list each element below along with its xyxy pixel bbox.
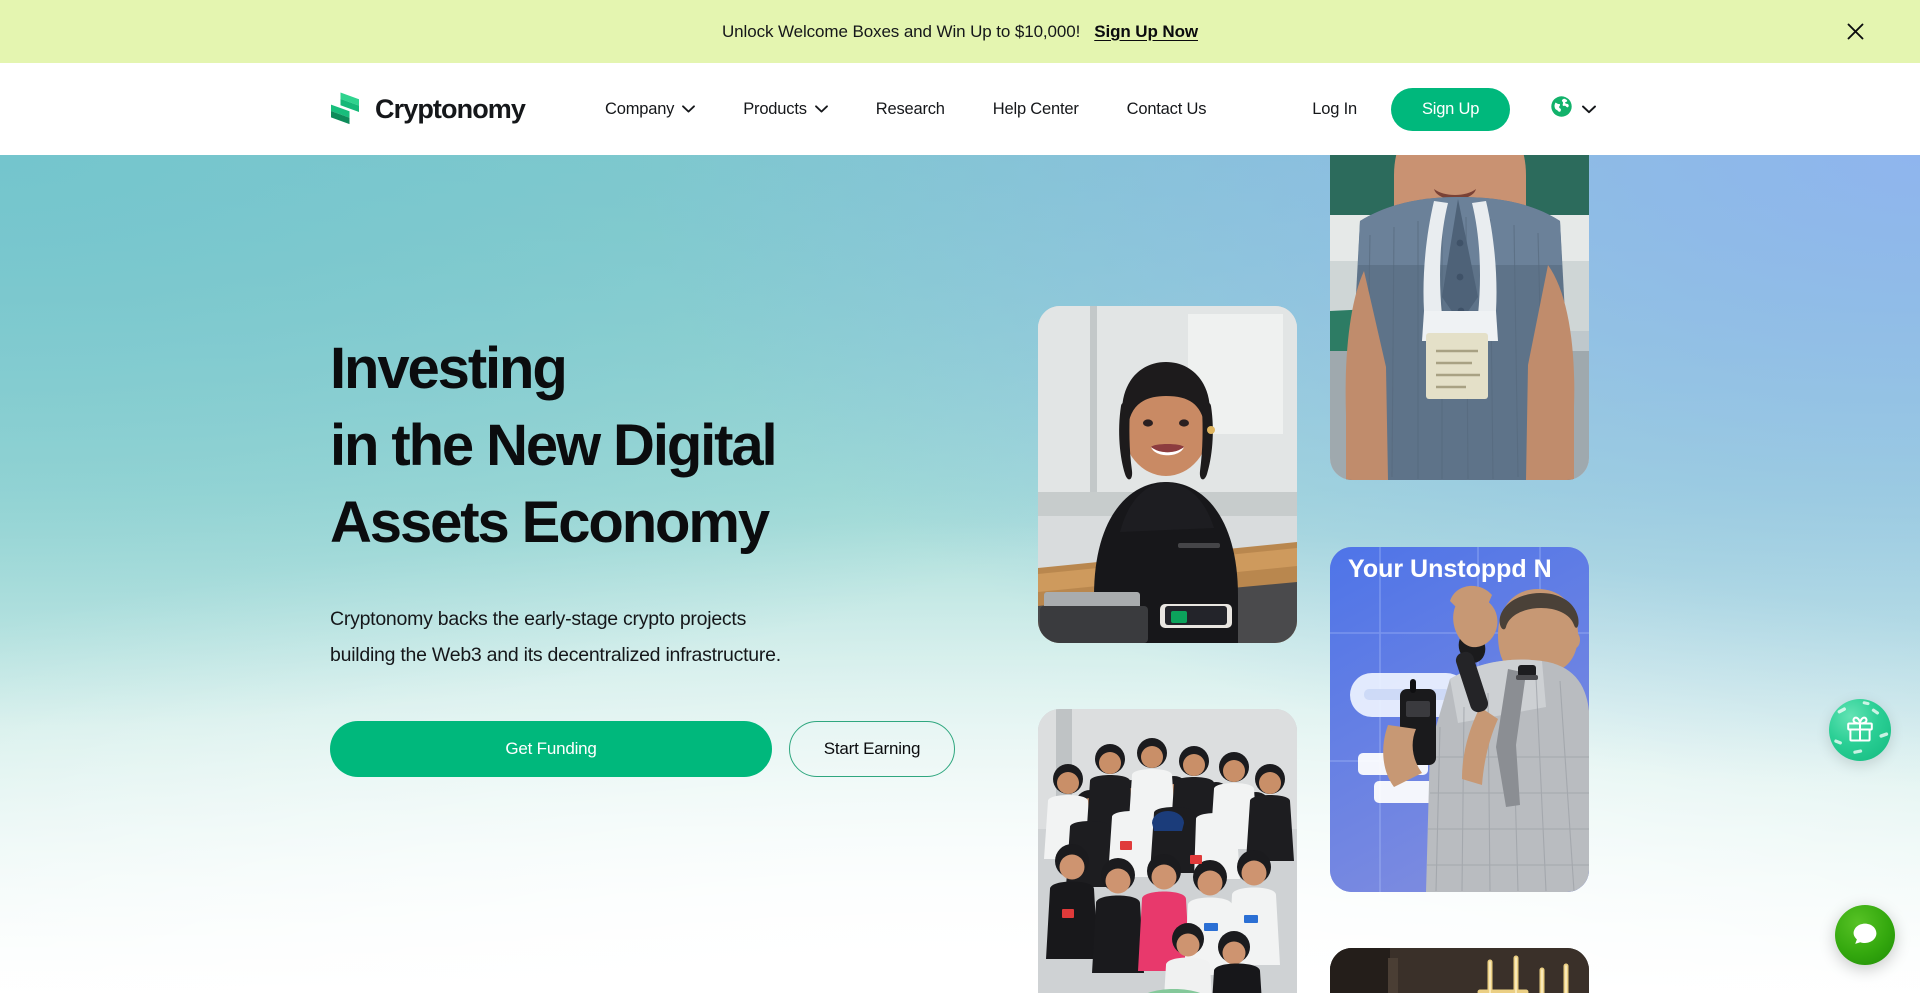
gift-icon bbox=[1845, 713, 1875, 748]
chat-bubble-icon bbox=[1850, 918, 1880, 953]
gift-reward-button[interactable] bbox=[1829, 699, 1891, 761]
nav-item-products[interactable]: Products bbox=[719, 90, 852, 129]
cryptonomy-logo-icon bbox=[328, 91, 362, 127]
signup-button[interactable]: Sign Up bbox=[1390, 87, 1511, 131]
globe-icon bbox=[1550, 95, 1573, 123]
start-earning-button[interactable]: Start Earning bbox=[789, 721, 955, 777]
photo-attendees-neon bbox=[1330, 948, 1589, 993]
nav-item-label: Help Center bbox=[992, 99, 1079, 118]
nav-item-research[interactable]: Research bbox=[852, 90, 969, 129]
promo-banner-text: Unlock Welcome Boxes and Win Up to $10,0… bbox=[722, 21, 1081, 41]
nav-item-contact-us[interactable]: Contact Us bbox=[1103, 90, 1231, 129]
nav-item-help-center[interactable]: Help Center bbox=[969, 90, 1103, 129]
chat-support-button[interactable] bbox=[1835, 905, 1895, 965]
hero-photo-collage: Your Unstoppd N bbox=[1038, 155, 1598, 993]
nav-item-label: Products bbox=[743, 99, 807, 118]
close-icon[interactable] bbox=[1840, 17, 1870, 47]
primary-nav-links: Company Products Research Help Center Co… bbox=[581, 90, 1230, 129]
promo-banner: Unlock Welcome Boxes and Win Up to $10,0… bbox=[0, 0, 1920, 63]
hero-title: Investing in the New Digital Assets Econ… bbox=[330, 336, 778, 555]
photo-man-with-lanyard bbox=[1330, 155, 1589, 480]
photo-team-group bbox=[1038, 709, 1297, 993]
nav-item-label: Research bbox=[875, 99, 945, 118]
chevron-down-icon bbox=[1582, 105, 1597, 114]
photo-woman-at-laptop bbox=[1038, 306, 1297, 643]
hero-section: Investing in the New Digital Assets Econ… bbox=[0, 155, 1920, 993]
brand-logo-link[interactable]: Cryptonomy bbox=[328, 91, 526, 127]
main-navigation-bar: Cryptonomy Company Products Research Hel… bbox=[0, 63, 1920, 155]
hero-subtitle: Cryptonomy backs the early-stage crypto … bbox=[330, 608, 781, 666]
nav-item-label: Company bbox=[605, 99, 675, 118]
login-link[interactable]: Log In bbox=[1286, 90, 1383, 129]
hero-cta-group: Get Funding Start Earning bbox=[330, 721, 970, 777]
photo-speaker-on-stage: Your Unstoppd N bbox=[1330, 547, 1589, 892]
promo-signup-link[interactable]: Sign Up Now bbox=[1094, 22, 1198, 42]
chevron-down-icon bbox=[682, 105, 696, 113]
language-selector[interactable] bbox=[1550, 95, 1597, 123]
nav-item-label: Contact Us bbox=[1126, 99, 1207, 118]
get-funding-button[interactable]: Get Funding bbox=[330, 721, 772, 777]
hero-copy: Investing in the New Digital Assets Econ… bbox=[330, 330, 970, 777]
svg-text:Your Unstoppd N: Your Unstoppd N bbox=[1348, 555, 1552, 583]
nav-item-company[interactable]: Company bbox=[581, 90, 719, 129]
chevron-down-icon bbox=[814, 105, 828, 113]
nav-actions: Log In Sign Up bbox=[1286, 87, 1597, 131]
brand-name: Cryptonomy bbox=[375, 93, 526, 124]
